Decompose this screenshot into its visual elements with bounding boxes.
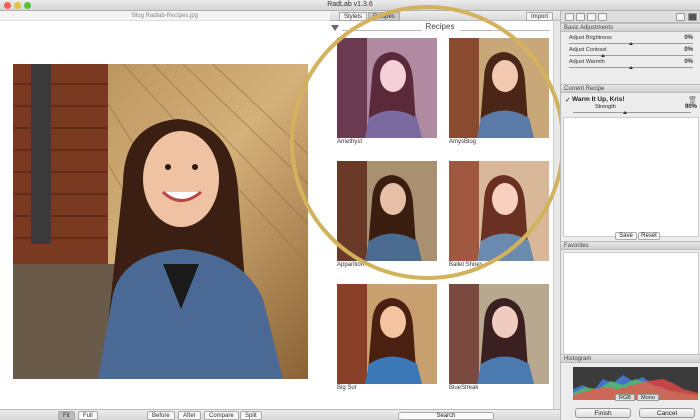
recipe-thumb-big-sur[interactable] bbox=[337, 284, 437, 384]
recipes-scrollbar[interactable] bbox=[553, 21, 560, 409]
main-photo bbox=[13, 64, 308, 379]
cancel-button[interactable]: Cancel bbox=[639, 408, 695, 418]
panel-tabs: Stylets Recipes Import bbox=[330, 11, 560, 21]
photo-canvas[interactable] bbox=[0, 21, 330, 409]
brightness-slider[interactable]: Adjust Brightness 0% bbox=[569, 35, 693, 47]
tab-stylets[interactable]: Stylets bbox=[339, 12, 368, 21]
strength-knob[interactable] bbox=[623, 111, 627, 114]
rgb-button[interactable]: RGB bbox=[615, 394, 635, 401]
help-icon[interactable] bbox=[676, 13, 685, 21]
grid-icon[interactable] bbox=[576, 13, 585, 21]
trash-icon[interactable]: 🗑 bbox=[688, 96, 697, 104]
after-button[interactable]: After bbox=[178, 411, 201, 420]
recipe-label-big-sur: Big Sur bbox=[337, 385, 357, 391]
recipes-panel: Recipes Amethyst AmysBlog Apparition Bal… bbox=[330, 21, 560, 409]
recipe-label-apparition: Apparition bbox=[337, 262, 365, 268]
contrast-slider[interactable]: Adjust Contrast 0% bbox=[569, 47, 693, 59]
strength-value: 90% bbox=[684, 104, 697, 110]
recipe-label-bluestreak: BlueStreak bbox=[449, 385, 479, 391]
current-recipe-panel: ✓ Warm It Up, Kris! 🗑 Strength 90% bbox=[561, 94, 700, 116]
recipe-label-amethyst: Amethyst bbox=[337, 139, 363, 145]
split-button[interactable]: Split bbox=[240, 411, 262, 420]
histogram-header[interactable]: Histogram bbox=[561, 354, 700, 363]
window-titlebar: RadLab v1.3.6 bbox=[0, 0, 700, 11]
basic-adjustments-panel: Adjust Brightness 0% Adjust Contrast 0% … bbox=[561, 33, 700, 83]
recipes-header: Recipes bbox=[330, 21, 560, 35]
strength-label: Strength bbox=[595, 104, 616, 110]
recipe-thumb-ballet-shoes[interactable] bbox=[449, 161, 549, 261]
full-button[interactable]: Full bbox=[78, 411, 98, 420]
side-toolbar bbox=[561, 11, 700, 23]
recipe-thumb-amethyst[interactable] bbox=[337, 38, 437, 138]
before-button[interactable]: Before bbox=[147, 411, 175, 420]
reset-button[interactable]: Reset bbox=[638, 232, 660, 240]
recipe-thumb-apparition[interactable] bbox=[337, 161, 437, 261]
current-recipe-header[interactable]: Current Recipe bbox=[561, 84, 700, 93]
fit-button[interactable]: Fit bbox=[58, 411, 75, 420]
window-title: RadLab v1.3.6 bbox=[327, 1, 373, 8]
document-filename: Blog Radlab-Recipes.jpg bbox=[0, 11, 330, 21]
compare-button[interactable]: Compare bbox=[204, 411, 239, 420]
recipe-thumb-amysblog[interactable] bbox=[449, 38, 549, 138]
finish-button[interactable]: Finish bbox=[575, 408, 631, 418]
strength-slider[interactable] bbox=[573, 112, 691, 113]
recipe-label-ballet-shoes: Ballet Shoes bbox=[449, 262, 483, 268]
recipes-search-bar: Search bbox=[330, 409, 560, 420]
recipe-stack-area bbox=[563, 117, 699, 237]
basic-adjustments-header[interactable]: Basic Adjustments bbox=[561, 23, 700, 32]
portrait-illustration bbox=[13, 64, 308, 379]
recipe-label-amysblog: AmysBlog bbox=[449, 139, 477, 145]
tab-recipes[interactable]: Recipes bbox=[368, 12, 400, 21]
side-panel: Basic Adjustments Adjust Brightness 0% A… bbox=[560, 11, 700, 420]
settings-icon[interactable] bbox=[688, 13, 697, 21]
search-button[interactable]: Search bbox=[398, 412, 494, 420]
histogram-graph bbox=[573, 367, 698, 400]
favorites-header[interactable]: Favorites bbox=[561, 241, 700, 250]
list-icon[interactable] bbox=[587, 13, 596, 21]
check-icon[interactable]: ✓ bbox=[565, 96, 571, 104]
current-recipe-name: Warm It Up, Kris! bbox=[572, 96, 625, 103]
mono-button[interactable]: Mono bbox=[637, 394, 659, 401]
warmth-slider[interactable]: Adjust Warmth 0% bbox=[569, 59, 693, 71]
save-button[interactable]: Save bbox=[615, 232, 637, 240]
recipe-thumb-bluestreak[interactable] bbox=[449, 284, 549, 384]
tab-import[interactable]: Import bbox=[526, 12, 554, 21]
layout-icon[interactable] bbox=[565, 13, 574, 21]
view-toolbar: Fit Full Before After Compare Split bbox=[0, 409, 330, 420]
favorites-area bbox=[563, 252, 699, 358]
stats-icon[interactable] bbox=[598, 13, 607, 21]
